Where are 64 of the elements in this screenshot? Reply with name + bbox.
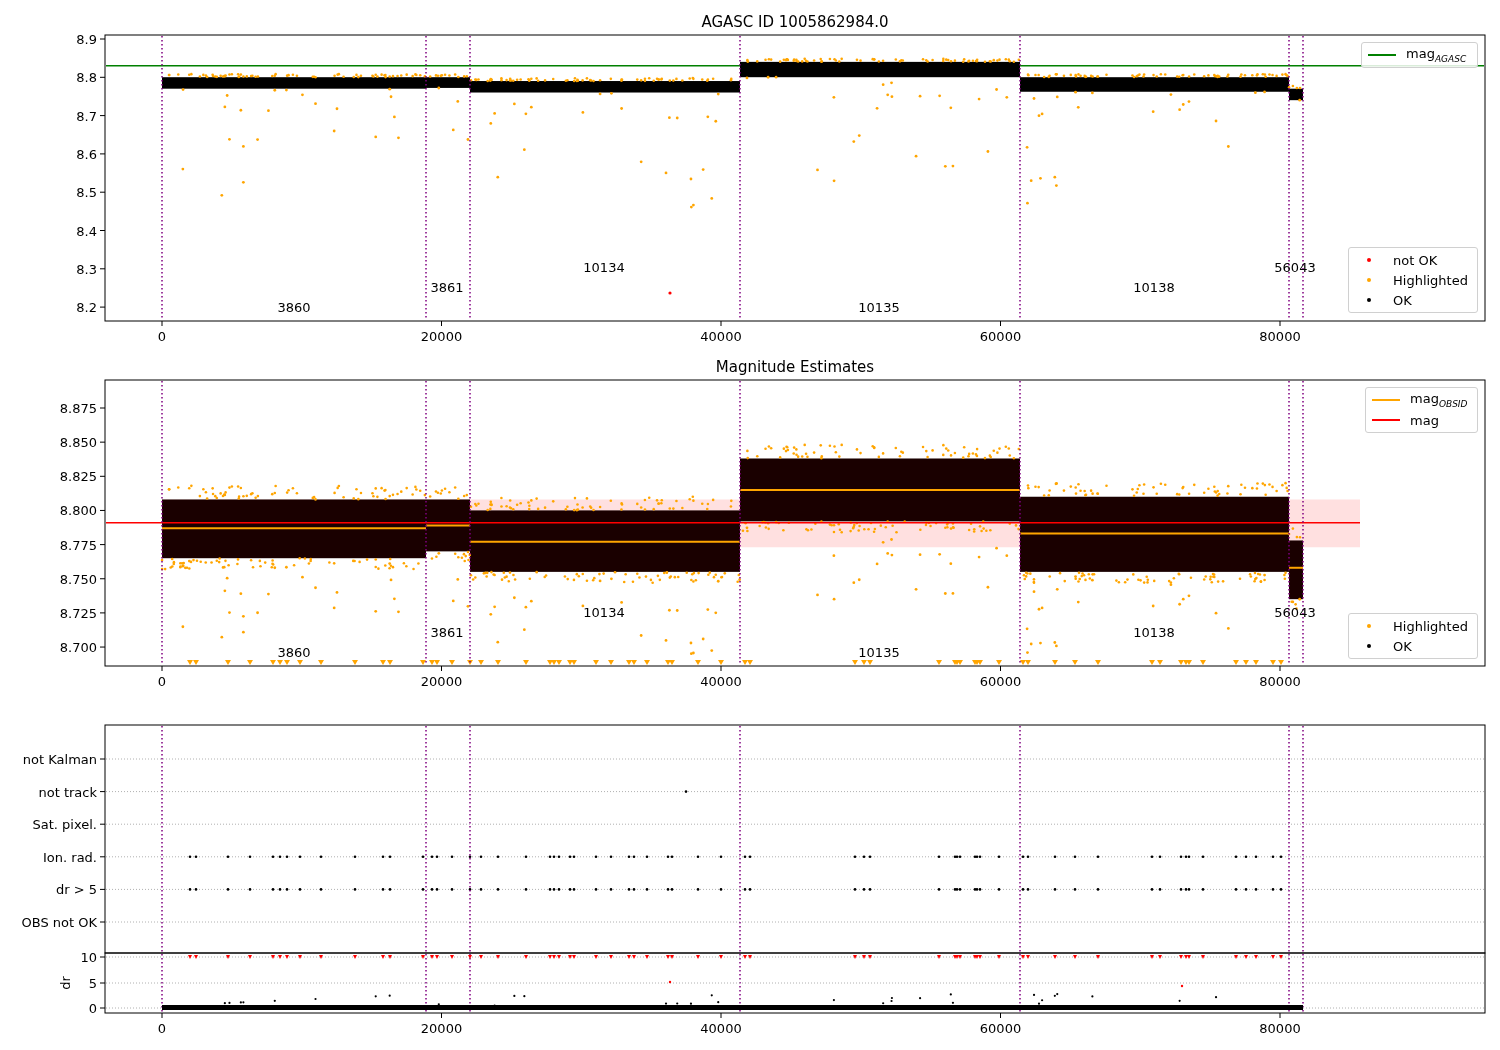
obsid-mean-line (1288, 566, 1304, 569)
axis-tick-label: 0 (88, 1001, 97, 1016)
axis-tick-label: 40000 (700, 329, 742, 344)
chart-title: AGASC ID 1005862984.0 (701, 13, 889, 31)
axis-tick-label: 8.2 (76, 300, 97, 316)
legend-label: mag$_{OBSID}$ (1410, 391, 1468, 409)
legend-label: OK (1393, 638, 1412, 654)
axis-tick-label: dr > 5 (55, 882, 97, 898)
axis-tick-label: 8.825 (59, 469, 97, 485)
legend-label: mag (1410, 412, 1439, 428)
axis-tick-label: not Kalman (22, 752, 97, 767)
axis-label: dr (58, 976, 73, 990)
axis-tick-label: 40000 (700, 674, 742, 689)
obsid-label: 10138 (1133, 625, 1175, 640)
obsid-label: 3860 (277, 300, 311, 315)
axis-tick-label: 0 (157, 1021, 167, 1036)
axis-tick-label: 8.750 (59, 571, 97, 587)
axis-tick-label: 60000 (979, 329, 1022, 344)
axis-tick-label: 8.5 (76, 185, 97, 201)
legend-label: Highlighted (1393, 272, 1468, 288)
axis-tick-label: 10 (80, 950, 97, 965)
axis-tick-label: 8.850 (59, 435, 97, 451)
axis-tick-label: 20000 (420, 1021, 463, 1036)
obsid-label: 3861 (430, 280, 464, 295)
obsid-label: 3860 (277, 645, 311, 660)
axis-tick-label: 20000 (420, 329, 463, 344)
axis-tick-label: 8.7 (76, 108, 97, 124)
chart-title: Magnitude Estimates (715, 358, 875, 376)
axis-tick-label: 40000 (700, 1021, 742, 1036)
axis-tick-label: 60000 (979, 1021, 1022, 1036)
legend-label: Highlighted (1393, 618, 1468, 634)
axis-tick-label: 0 (157, 329, 167, 344)
axis-tick-label: 8.700 (59, 640, 97, 656)
obsid-label: 10138 (1133, 280, 1175, 295)
axis-tick-label: 80000 (1259, 329, 1301, 344)
axis-tick-label: 80000 (1259, 674, 1301, 689)
axis-tick-label: 0 (157, 674, 167, 689)
axis-tick-label: 8.775 (59, 537, 97, 553)
obsid-label: 10135 (858, 300, 900, 315)
axis-tick-label: 20000 (420, 674, 463, 689)
axis-tick-label: 8.8 (76, 70, 97, 86)
axis-tick-label: 60000 (979, 674, 1022, 689)
axis-tick-label: 8.800 (59, 503, 97, 519)
axis-tick-label: Sat. pixel. (32, 817, 97, 833)
obsid-label: 56043 (1274, 605, 1316, 620)
axis-tick-label: 8.725 (59, 605, 97, 621)
legend-label: mag$_{AGASC}$ (1406, 46, 1467, 64)
legend-label: OK (1393, 292, 1412, 308)
legend-label: not OK (1393, 252, 1438, 268)
axis-tick-label: not track (38, 784, 97, 800)
axis-tick-label: 5 (88, 976, 97, 991)
axis-tick-label: 8.875 (59, 401, 97, 416)
obsid-label: 10134 (583, 260, 625, 275)
obsid-label: 3861 (430, 625, 464, 640)
axis-tick-label: 8.3 (76, 261, 97, 277)
axis-tick-label: OBS not OK (21, 915, 97, 930)
obsid-label: 10135 (858, 645, 900, 660)
obsid-label: 56043 (1274, 260, 1316, 275)
axis-tick-label: 8.4 (76, 223, 97, 239)
axis-tick-label: 8.6 (76, 146, 97, 162)
axis-tick-label: 8.9 (76, 32, 97, 47)
axis-tick-label: Ion. rad. (43, 849, 97, 865)
axis-tick-label: 80000 (1259, 1021, 1301, 1036)
obsid-label: 10134 (583, 605, 625, 620)
